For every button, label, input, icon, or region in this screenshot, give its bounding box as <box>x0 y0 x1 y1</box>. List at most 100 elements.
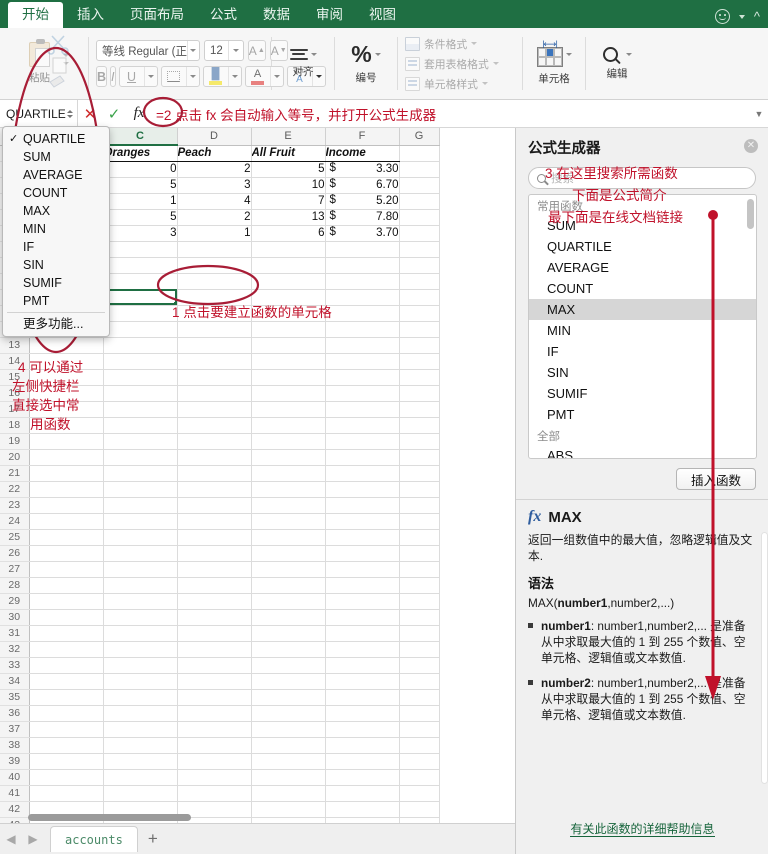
cell-E32[interactable] <box>251 641 326 658</box>
cell-C30[interactable] <box>103 609 178 626</box>
function-list-item[interactable]: QUARTILE <box>529 236 756 257</box>
cell-E13[interactable] <box>251 337 326 354</box>
cell-E28[interactable] <box>251 577 326 594</box>
function-list-item[interactable]: COUNT <box>529 278 756 299</box>
cell-G2[interactable] <box>399 161 440 178</box>
cell-F14[interactable] <box>325 353 400 370</box>
row-header[interactable]: 39 <box>0 753 30 770</box>
cell-C37[interactable] <box>103 721 178 738</box>
cell-D7[interactable] <box>177 241 252 258</box>
cell-E31[interactable] <box>251 625 326 642</box>
column-header-C[interactable]: C <box>103 128 178 146</box>
cell-F36[interactable] <box>325 705 400 722</box>
next-sheet-button[interactable]: ▶ <box>22 832 44 846</box>
cell-F34[interactable] <box>325 673 400 690</box>
cell-F32[interactable] <box>325 641 400 658</box>
function-dropdown-menu[interactable]: QUARTILESUMAVERAGECOUNTMAXMINIFSINSUMIFP… <box>2 126 110 337</box>
cell-F7[interactable] <box>325 241 400 258</box>
cell-C7[interactable] <box>103 241 178 258</box>
cell-D40[interactable] <box>177 769 252 786</box>
cell-G38[interactable] <box>399 737 440 754</box>
cell-E16[interactable] <box>251 385 326 402</box>
cell-D41[interactable] <box>177 785 252 802</box>
cell-C16[interactable] <box>103 385 178 402</box>
cell-C25[interactable] <box>103 529 178 546</box>
cell-F12[interactable] <box>325 321 400 338</box>
cell-D28[interactable] <box>177 577 252 594</box>
cell-D15[interactable] <box>177 369 252 386</box>
row-header[interactable]: 20 <box>0 449 30 466</box>
cell-B13[interactable] <box>29 337 104 354</box>
tab-shenyue[interactable]: 审阅 <box>304 2 355 28</box>
cell-E7[interactable] <box>251 241 326 258</box>
row-header[interactable]: 27 <box>0 561 30 578</box>
cell-C17[interactable] <box>103 401 178 418</box>
cell-B40[interactable] <box>29 769 104 786</box>
cell-E35[interactable] <box>251 689 326 706</box>
cell-B41[interactable] <box>29 785 104 802</box>
add-sheet-button[interactable]: + <box>138 829 168 849</box>
cell-D2[interactable]: 2 <box>177 161 252 178</box>
row-header[interactable]: 13 <box>0 337 30 354</box>
cell-G8[interactable] <box>399 257 440 274</box>
cell-D33[interactable] <box>177 657 252 674</box>
help-link[interactable]: 有关此函数的详细帮助信息 <box>516 820 768 838</box>
cell-D16[interactable] <box>177 385 252 402</box>
row-header[interactable]: 35 <box>0 689 30 706</box>
cell-D5[interactable]: 2 <box>177 209 252 226</box>
cell-F22[interactable] <box>325 481 400 498</box>
cell-E6[interactable]: 6 <box>251 225 326 242</box>
cell-C39[interactable] <box>103 753 178 770</box>
cell-G24[interactable] <box>399 513 440 530</box>
cell-B25[interactable] <box>29 529 104 546</box>
cell-C19[interactable] <box>103 433 178 450</box>
cell-F15[interactable] <box>325 369 400 386</box>
column-header-D[interactable]: D <box>177 128 252 146</box>
chevron-down-icon[interactable] <box>738 14 745 19</box>
conditional-format-button[interactable]: 条件格式 <box>405 36 515 52</box>
cell-G30[interactable] <box>399 609 440 626</box>
cell-E25[interactable] <box>251 529 326 546</box>
row-header[interactable]: 38 <box>0 737 30 754</box>
row-header[interactable]: 42 <box>0 801 30 818</box>
cell-C40[interactable] <box>103 769 178 786</box>
cell-C41[interactable] <box>103 785 178 802</box>
function-dropdown-item[interactable]: IF <box>3 238 109 256</box>
cell-B39[interactable] <box>29 753 104 770</box>
cell-G40[interactable] <box>399 769 440 786</box>
cell-E24[interactable] <box>251 513 326 530</box>
cell-E30[interactable] <box>251 609 326 626</box>
cell-G36[interactable] <box>399 705 440 722</box>
cell-B23[interactable] <box>29 497 104 514</box>
cell-G9[interactable] <box>399 273 440 290</box>
cell-C3[interactable]: 5 <box>103 177 178 194</box>
fill-color-dropdown-icon[interactable] <box>227 67 241 86</box>
cell-G6[interactable] <box>399 225 440 242</box>
cell-E8[interactable] <box>251 257 326 274</box>
number-group[interactable]: % 编号 <box>335 28 397 99</box>
cell-D18[interactable] <box>177 417 252 434</box>
cell-E3[interactable]: 10 <box>251 177 326 194</box>
cell-F5[interactable]: $7.80 <box>325 209 400 226</box>
align-group[interactable]: 对齐 <box>272 28 334 99</box>
font-size-field[interactable]: 12 <box>204 40 244 61</box>
cell-F17[interactable] <box>325 401 400 418</box>
cell-B31[interactable] <box>29 625 104 642</box>
cell-B33[interactable] <box>29 657 104 674</box>
cut-icon[interactable] <box>42 32 82 92</box>
cell-G34[interactable] <box>399 673 440 690</box>
fill-color-button[interactable]: █ <box>202 66 242 87</box>
cell-G12[interactable] <box>399 321 440 338</box>
row-header[interactable]: 26 <box>0 545 30 562</box>
cell-G17[interactable] <box>399 401 440 418</box>
cell-B36[interactable] <box>29 705 104 722</box>
cell-F24[interactable] <box>325 513 400 530</box>
borders-button[interactable] <box>160 66 200 87</box>
smiley-icon[interactable] <box>714 9 730 24</box>
cell-G25[interactable] <box>399 529 440 546</box>
prev-sheet-button[interactable]: ◀ <box>0 832 22 846</box>
cell-F40[interactable] <box>325 769 400 786</box>
cell-D27[interactable] <box>177 561 252 578</box>
cell-F28[interactable] <box>325 577 400 594</box>
cell-E4[interactable]: 7 <box>251 193 326 210</box>
